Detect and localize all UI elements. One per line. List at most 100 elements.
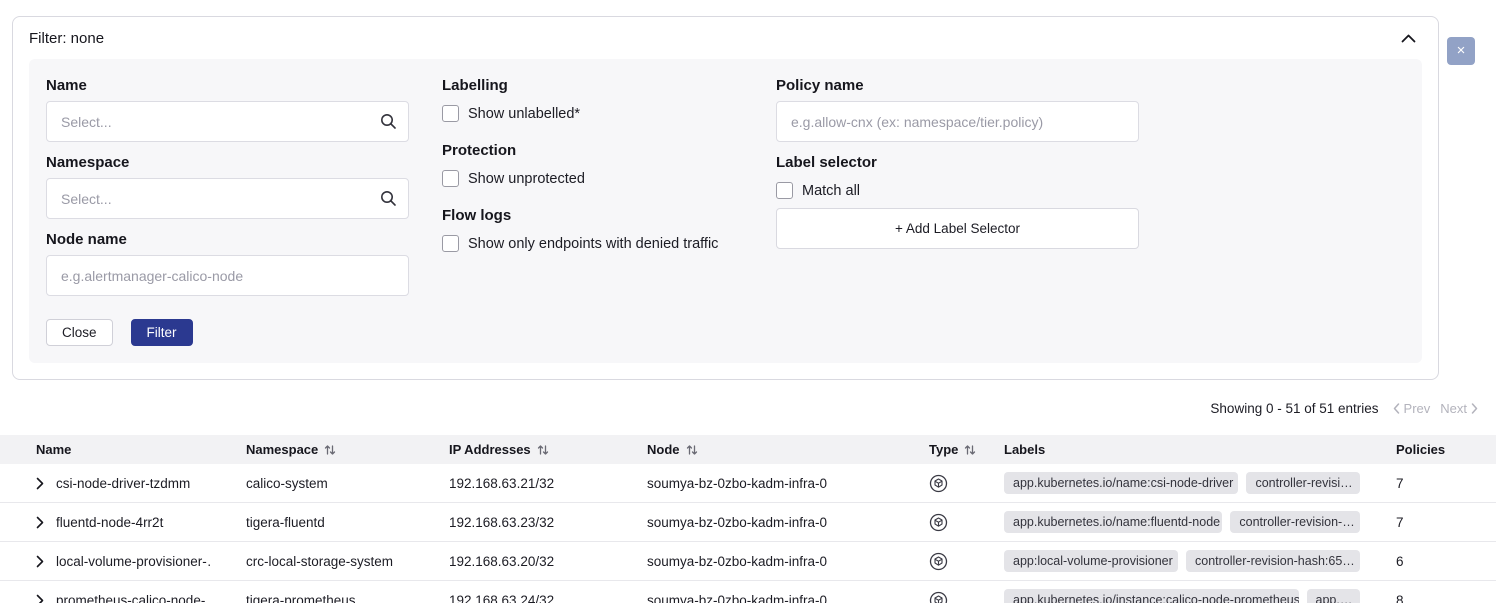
- show-unlabelled-checkbox[interactable]: [442, 105, 459, 122]
- label-chip: app.…: [1307, 589, 1361, 603]
- endpoint-node: soumya-bz-0zbo-kadm-infra-0: [611, 581, 893, 603]
- sort-icon[interactable]: [964, 444, 976, 456]
- filter-button[interactable]: Filter: [131, 319, 193, 346]
- sort-icon[interactable]: [324, 444, 336, 456]
- expand-row-button[interactable]: [36, 477, 44, 490]
- column-header-labels: Labels: [968, 435, 1360, 464]
- column-header-namespace[interactable]: Namespace: [210, 435, 413, 464]
- label-chip: controller-revision-hash:65…: [1186, 550, 1360, 572]
- filter-title: Filter: none: [29, 30, 104, 47]
- label-chip: app:local-volume-provisioner: [1004, 550, 1178, 572]
- label-chip: app.kubernetes.io/name:fluentd-node: [1004, 511, 1222, 533]
- policy-name-input[interactable]: [776, 101, 1139, 142]
- endpoint-node: soumya-bz-0zbo-kadm-infra-0: [611, 464, 893, 503]
- workload-endpoint-icon: [929, 513, 968, 532]
- endpoint-ip: 192.168.63.24/32: [413, 581, 611, 603]
- column-header-ip-addresses[interactable]: IP Addresses: [413, 435, 611, 464]
- pagination-row: Showing 0 - 51 of 51 entries Prev Next: [0, 398, 1496, 418]
- show-unlabelled-label: Show unlabelled*: [468, 106, 580, 122]
- column-header-policies: Policies: [1360, 435, 1496, 464]
- table-row: prometheus-calico-node-… tigera-promethe…: [0, 581, 1496, 603]
- denied-traffic-label: Show only endpoints with denied traffic: [468, 236, 718, 252]
- show-unlabelled-row: Show unlabelled*: [442, 105, 742, 122]
- policies-count: 8: [1360, 581, 1496, 603]
- denied-traffic-row: Show only endpoints with denied traffic: [442, 235, 742, 252]
- match-all-checkbox[interactable]: [776, 182, 793, 199]
- workload-endpoint-icon: [929, 591, 968, 603]
- search-icon: [380, 190, 397, 207]
- endpoint-name: csi-node-driver-tzdmm: [56, 476, 190, 491]
- workload-endpoint-icon: [929, 474, 968, 493]
- name-field-label: Name: [46, 77, 409, 95]
- match-all-row: Match all: [776, 182, 1139, 199]
- chevron-right-icon: [36, 555, 44, 568]
- filter-body: Name Namespace Node name Close Filt: [29, 59, 1422, 363]
- show-unprotected-checkbox[interactable]: [442, 170, 459, 187]
- namespace-select-input[interactable]: [46, 178, 409, 219]
- filter-panel-header: Filter: none: [13, 17, 1438, 59]
- sort-icon[interactable]: [537, 444, 549, 456]
- endpoint-ip: 192.168.63.23/32: [413, 503, 611, 542]
- namespace-field-label: Namespace: [46, 154, 409, 172]
- endpoint-name: fluentd-node-4rr2t: [56, 515, 163, 530]
- endpoint-name: local-volume-provisioner-…: [56, 554, 210, 569]
- table-row: fluentd-node-4rr2t tigera-fluentd 192.16…: [0, 503, 1496, 542]
- table-header-row: Name Namespace IP Addresses Node Type La…: [0, 435, 1496, 464]
- endpoint-ip: 192.168.63.20/32: [413, 542, 611, 581]
- label-chip: controller-revisi…: [1246, 472, 1360, 494]
- match-all-label: Match all: [802, 183, 860, 199]
- sort-icon[interactable]: [686, 444, 698, 456]
- name-select-input[interactable]: [46, 101, 409, 142]
- add-label-selector-button[interactable]: + Add Label Selector: [776, 208, 1139, 249]
- endpoint-namespace: tigera-prometheus: [210, 581, 413, 603]
- column-header-name: Name: [0, 435, 210, 464]
- endpoint-node: soumya-bz-0zbo-kadm-infra-0: [611, 542, 893, 581]
- chevron-left-icon: [1393, 403, 1400, 414]
- expand-row-button[interactable]: [36, 594, 44, 603]
- search-icon: [380, 113, 397, 130]
- chevron-right-icon: [36, 477, 44, 490]
- next-page-button[interactable]: Next: [1440, 401, 1478, 416]
- table-row: local-volume-provisioner-… crc-local-sto…: [0, 542, 1496, 581]
- label-selector-heading: Label selector: [776, 154, 1139, 172]
- flow-logs-heading: Flow logs: [442, 207, 742, 225]
- table-row: csi-node-driver-tzdmm calico-system 192.…: [0, 464, 1496, 503]
- endpoint-name: prometheus-calico-node-…: [56, 593, 210, 603]
- protection-heading: Protection: [442, 142, 742, 160]
- show-unprotected-label: Show unprotected: [468, 171, 585, 187]
- label-chip: app.kubernetes.io/name:csi-node-driver: [1004, 472, 1238, 494]
- labelling-heading: Labelling: [442, 77, 742, 95]
- denied-traffic-checkbox[interactable]: [442, 235, 459, 252]
- close-button[interactable]: Close: [46, 319, 113, 346]
- show-unprotected-row: Show unprotected: [442, 170, 742, 187]
- filter-column-3: Policy name Label selector Match all + A…: [776, 77, 1139, 363]
- chevron-right-icon: [1471, 403, 1478, 414]
- node-name-field-label: Node name: [46, 231, 409, 249]
- label-chip: controller-revision-…: [1230, 511, 1360, 533]
- endpoints-table: Name Namespace IP Addresses Node Type La…: [0, 435, 1496, 603]
- policies-count: 6: [1360, 542, 1496, 581]
- filter-column-2: Labelling Show unlabelled* Protection Sh…: [442, 77, 742, 363]
- policies-count: 7: [1360, 464, 1496, 503]
- filter-panel: Filter: none Name Namespace: [12, 16, 1439, 380]
- endpoint-namespace: crc-local-storage-system: [210, 542, 413, 581]
- policies-count: 7: [1360, 503, 1496, 542]
- endpoint-ip: 192.168.63.21/32: [413, 464, 611, 503]
- expand-row-button[interactable]: [36, 555, 44, 568]
- node-name-input[interactable]: [46, 255, 409, 296]
- column-header-node[interactable]: Node: [611, 435, 893, 464]
- filter-column-1: Name Namespace Node name Close Filt: [46, 77, 409, 363]
- chevron-up-icon: [1401, 34, 1416, 43]
- expand-row-button[interactable]: [36, 516, 44, 529]
- collapse-panel-button[interactable]: [1401, 34, 1416, 43]
- chevron-right-icon: [36, 516, 44, 529]
- prev-page-button[interactable]: Prev: [1393, 401, 1431, 416]
- policy-name-field-label: Policy name: [776, 77, 1139, 95]
- endpoint-node: soumya-bz-0zbo-kadm-infra-0: [611, 503, 893, 542]
- endpoint-namespace: calico-system: [210, 464, 413, 503]
- label-chip: app.kubernetes.io/instance:calico-node-p…: [1004, 589, 1299, 603]
- entries-summary: Showing 0 - 51 of 51 entries: [1210, 401, 1378, 416]
- close-icon[interactable]: ×: [1447, 37, 1475, 65]
- column-header-type[interactable]: Type: [893, 435, 968, 464]
- chevron-right-icon: [36, 594, 44, 603]
